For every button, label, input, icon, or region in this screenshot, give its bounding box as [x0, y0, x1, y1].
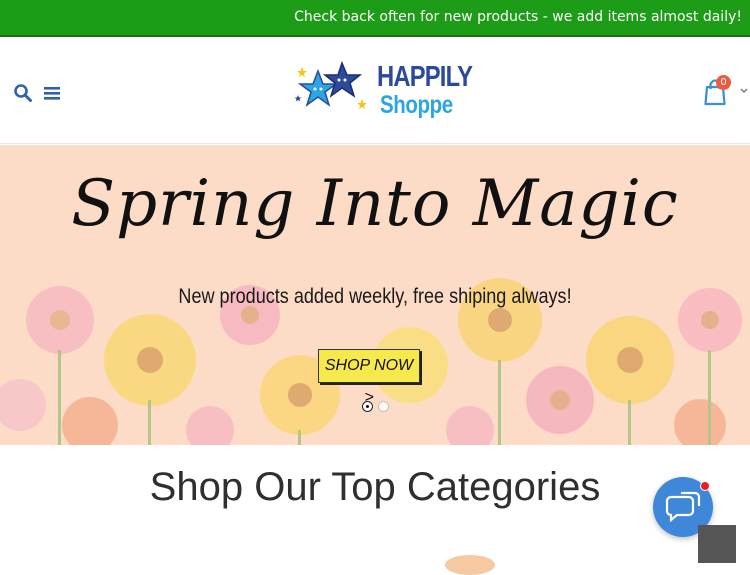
slider-dot-1[interactable]	[362, 401, 373, 412]
chat-notification-dot	[700, 481, 710, 491]
categories-heading: Shop Our Top Categories	[149, 465, 601, 509]
announcement-text: Check back often for new products - we a…	[294, 9, 742, 25]
site-header: HAPPILY Shoppe 0	[0, 39, 750, 144]
hero-title: Spring Into Magic	[71, 167, 679, 241]
shop-now-button[interactable]: SHOP NOW >	[318, 349, 420, 406]
cart-count-badge: 0	[716, 75, 731, 90]
search-icon[interactable]	[13, 83, 33, 103]
category-image-peek	[445, 555, 495, 575]
hero-slider: Spring Into Magic New products added wee…	[0, 145, 750, 445]
slider-dot-2[interactable]	[378, 401, 389, 412]
scroll-top-button[interactable]	[698, 525, 736, 563]
site-logo[interactable]: HAPPILY Shoppe	[294, 59, 473, 125]
chevron-down-icon[interactable]	[739, 87, 749, 95]
hamburger-icon[interactable]	[43, 84, 61, 102]
hero-subtitle: New products added weekly, free shiping …	[178, 285, 572, 308]
stars-logo-icon	[294, 60, 367, 109]
announcement-bar: Check back often for new products - we a…	[0, 0, 750, 37]
logo-word-happily: HAPPILY	[377, 61, 473, 93]
logo-word-shoppe: Shoppe	[380, 91, 453, 119]
